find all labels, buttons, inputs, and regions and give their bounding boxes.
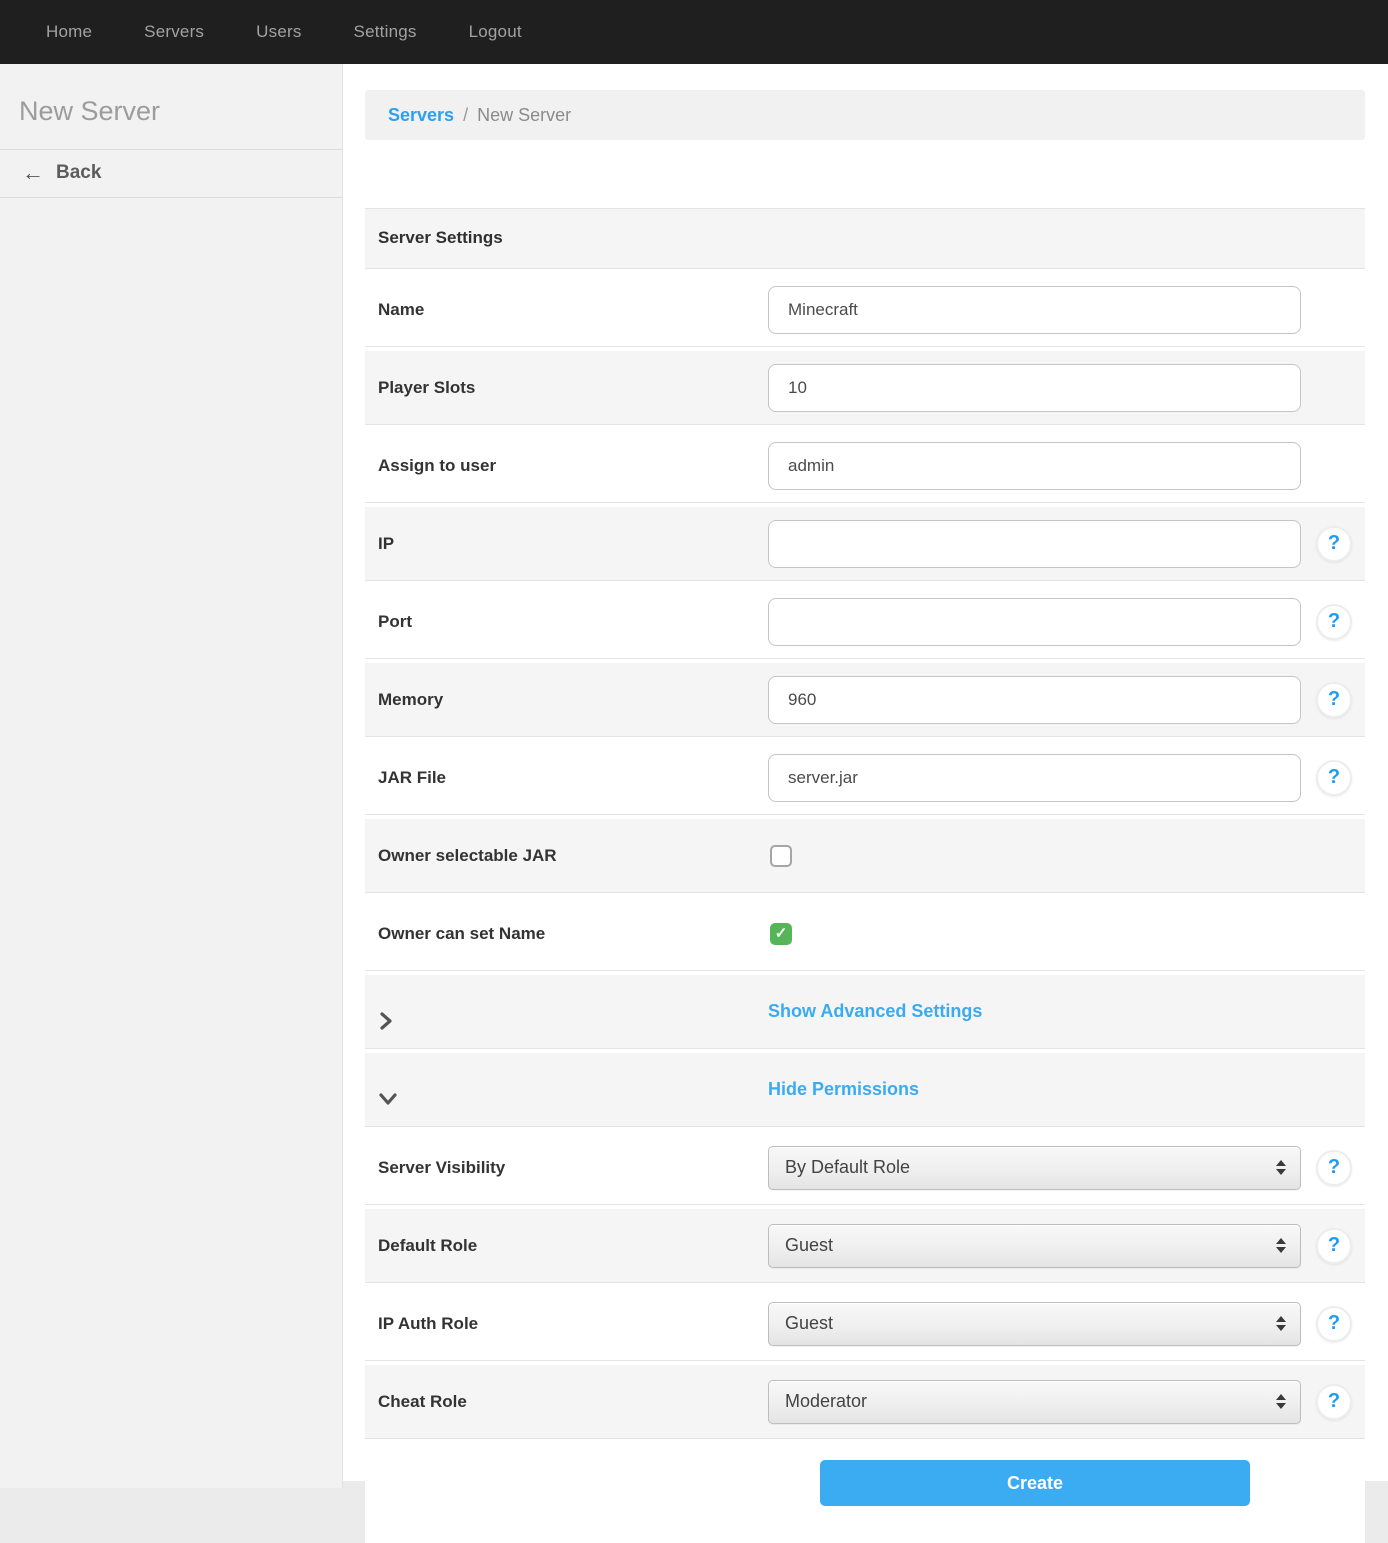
assign-to-user-label: Assign to user [378,456,496,475]
chevron-right-icon [378,1011,768,1031]
form-row-ip: IP ? [365,507,1365,580]
port-label: Port [378,612,412,631]
main-content: Servers / New Server Server Settings Nam… [343,64,1388,1481]
ip-label: IP [378,534,394,553]
default-role-select[interactable]: Guest [768,1224,1301,1268]
cheat-role-selected-value: Moderator [785,1391,867,1412]
form-row-show-advanced: Show Advanced Settings [365,975,1365,1048]
form-row-owner-can-set-name: Owner can set Name ✓ [365,897,1365,970]
form-row-ip-auth-role: IP Auth Role Guest ? [365,1287,1365,1360]
memory-input[interactable] [768,676,1301,724]
sidebar: New Server ← Back [0,64,343,1488]
player-slots-input[interactable] [768,364,1301,412]
breadcrumb-current: New Server [477,105,571,126]
checkmark-icon: ✓ [775,926,788,941]
cheat-role-select[interactable]: Moderator [768,1380,1301,1424]
cheat-role-label: Cheat Role [378,1392,467,1411]
server-visibility-select[interactable]: By Default Role [768,1146,1301,1190]
ip-auth-role-label: IP Auth Role [378,1314,478,1333]
nav-item-home[interactable]: Home [20,22,118,42]
back-button[interactable]: ← Back [0,150,342,198]
server-settings-form: Server Settings Name Player Slots Assign… [365,208,1365,1543]
breadcrumb-separator: / [463,105,468,126]
server-visibility-help-icon[interactable]: ? [1316,1150,1352,1186]
show-advanced-settings-link[interactable]: Show Advanced Settings [768,1001,982,1022]
top-navbar: Home Servers Users Settings Logout [0,0,1388,64]
form-row-default-role: Default Role Guest ? [365,1209,1365,1282]
breadcrumb-servers-link[interactable]: Servers [388,105,454,126]
name-input[interactable] [768,286,1301,334]
assign-to-user-input[interactable] [768,442,1301,490]
cheat-role-help-icon[interactable]: ? [1316,1384,1352,1420]
port-help-icon[interactable]: ? [1316,604,1352,640]
server-visibility-label: Server Visibility [378,1158,505,1177]
default-role-label: Default Role [378,1236,477,1255]
select-stepper-icon [1276,1394,1286,1409]
jar-file-help-icon[interactable]: ? [1316,760,1352,796]
form-row-memory: Memory ? [365,663,1365,736]
nav-item-logout[interactable]: Logout [443,22,548,42]
chevron-down-icon [378,1091,768,1107]
form-row-cheat-role: Cheat Role Moderator ? [365,1365,1365,1438]
server-visibility-selected-value: By Default Role [785,1157,910,1178]
breadcrumb: Servers / New Server [365,90,1365,140]
select-stepper-icon [1276,1160,1286,1175]
form-row-create: Create [365,1443,1365,1543]
default-role-help-icon[interactable]: ? [1316,1228,1352,1264]
form-row-name: Name [365,273,1365,346]
form-row-player-slots: Player Slots [365,351,1365,424]
port-input[interactable] [768,598,1301,646]
form-row-jar-file: JAR File ? [365,741,1365,814]
back-arrow-icon: ← [22,162,44,184]
owner-can-set-name-checkbox[interactable]: ✓ [770,923,792,945]
nav-item-settings[interactable]: Settings [328,22,443,42]
ip-auth-role-selected-value: Guest [785,1313,833,1334]
jar-file-label: JAR File [378,768,446,787]
name-label: Name [378,300,424,319]
form-section-header: Server Settings [365,208,1365,268]
player-slots-label: Player Slots [378,378,475,397]
owner-selectable-jar-checkbox[interactable]: ✓ [770,845,792,867]
section-title: Server Settings [378,228,503,248]
select-stepper-icon [1276,1238,1286,1253]
nav-item-users[interactable]: Users [230,22,327,42]
owner-can-set-name-label: Owner can set Name [378,924,545,943]
nav-item-servers[interactable]: Servers [118,22,230,42]
select-stepper-icon [1276,1316,1286,1331]
memory-label: Memory [378,690,443,709]
form-row-assign-to-user: Assign to user [365,429,1365,502]
create-button[interactable]: Create [820,1460,1250,1506]
page-title: New Server [0,64,342,150]
form-row-owner-selectable-jar: Owner selectable JAR ✓ [365,819,1365,892]
form-row-hide-permissions: Hide Permissions [365,1053,1365,1126]
form-row-port: Port ? [365,585,1365,658]
owner-selectable-jar-label: Owner selectable JAR [378,846,557,865]
ip-auth-role-select[interactable]: Guest [768,1302,1301,1346]
ip-input[interactable] [768,520,1301,568]
default-role-selected-value: Guest [785,1235,833,1256]
form-row-server-visibility: Server Visibility By Default Role ? [365,1131,1365,1204]
ip-auth-role-help-icon[interactable]: ? [1316,1306,1352,1342]
memory-help-icon[interactable]: ? [1316,682,1352,718]
ip-help-icon[interactable]: ? [1316,526,1352,562]
back-label: Back [56,162,101,184]
hide-permissions-link[interactable]: Hide Permissions [768,1079,919,1100]
jar-file-input[interactable] [768,754,1301,802]
